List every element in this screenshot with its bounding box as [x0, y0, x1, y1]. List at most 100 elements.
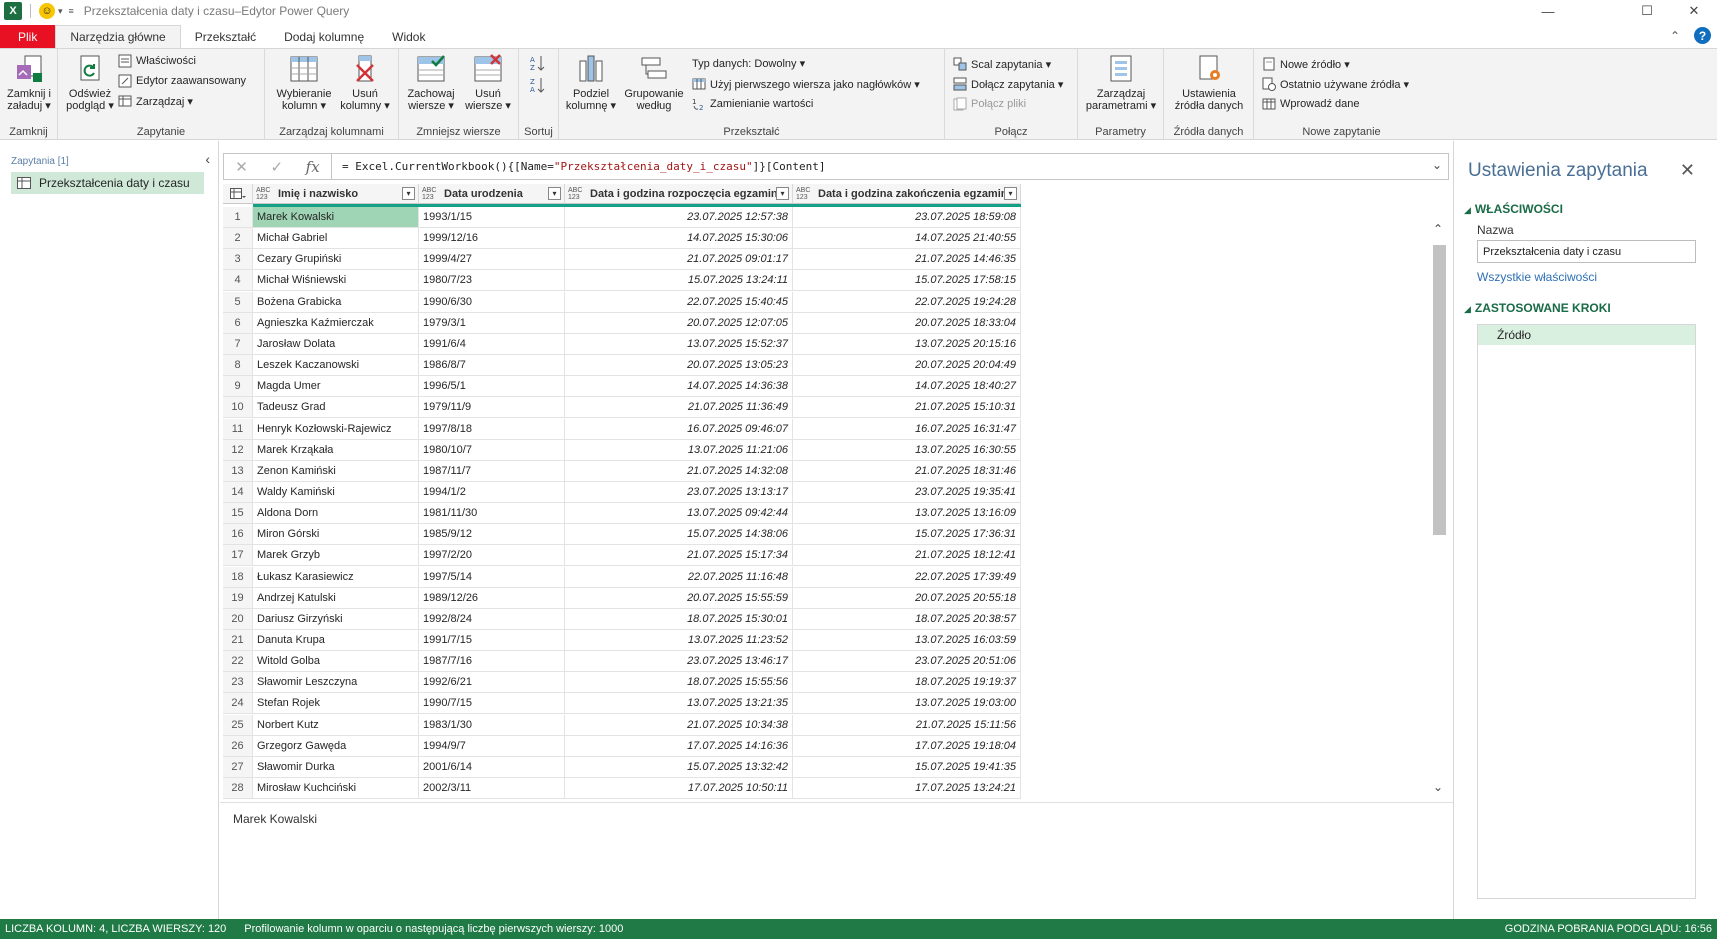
row-number-cell[interactable]: 12: [223, 439, 253, 461]
exam-end-cell[interactable]: 21.07.2025 15:11:56: [793, 714, 1021, 736]
data-source-settings-button[interactable]: Ustawienia źródła danych: [1170, 53, 1248, 112]
sort-ascending-button[interactable]: AZ: [529, 54, 547, 72]
use-first-row-headers-button[interactable]: Użyj pierwszego wiersza jako nagłówków ▾: [692, 77, 920, 91]
row-number-cell[interactable]: 24: [223, 693, 253, 715]
refresh-preview-button[interactable]: Odśwież podgląd ▾: [66, 53, 114, 112]
row-number-cell[interactable]: 2: [223, 228, 253, 250]
exam-end-cell[interactable]: 20.07.2025 18:33:04: [793, 312, 1021, 334]
name-cell[interactable]: Zenon Kamiński: [253, 460, 419, 482]
tab-home[interactable]: Narzędzia główne: [55, 25, 181, 48]
name-cell[interactable]: Aldona Dorn: [253, 503, 419, 525]
birthdate-cell[interactable]: 1985/9/12: [419, 524, 565, 546]
new-source-button[interactable]: Nowe źródło ▾: [1262, 57, 1350, 71]
name-cell[interactable]: Łukasz Karasiewicz: [253, 566, 419, 588]
name-cell[interactable]: Mirosław Kuchciński: [253, 778, 419, 800]
name-cell[interactable]: Witold Golba: [253, 651, 419, 673]
row-number-cell[interactable]: 27: [223, 756, 253, 778]
row-number-cell[interactable]: 14: [223, 481, 253, 503]
name-cell[interactable]: Marek Grzyb: [253, 545, 419, 567]
birthdate-cell[interactable]: 1999/4/27: [419, 249, 565, 271]
birthdate-cell[interactable]: 1986/8/7: [419, 355, 565, 377]
properties-button[interactable]: Właściwości: [118, 54, 196, 68]
exam-end-cell[interactable]: 22.07.2025 19:24:28: [793, 291, 1021, 313]
table-menu-button[interactable]: [223, 184, 253, 204]
birthdate-cell[interactable]: 1989/12/26: [419, 587, 565, 609]
row-number-cell[interactable]: 8: [223, 355, 253, 377]
exam-end-cell[interactable]: 22.07.2025 17:39:49: [793, 566, 1021, 588]
status-profiling[interactable]: Profilowanie kolumn w oparciu o następuj…: [244, 923, 623, 935]
exam-start-cell[interactable]: 13.07.2025 11:23:52: [565, 630, 793, 651]
exam-start-cell[interactable]: 21.07.2025 10:34:38: [565, 714, 793, 736]
birthdate-cell[interactable]: 1979/11/9: [419, 397, 565, 419]
name-cell[interactable]: Magda Umer: [253, 376, 419, 398]
birthdate-cell[interactable]: 1987/11/7: [419, 460, 565, 482]
exam-end-cell[interactable]: 21.07.2025 15:10:31: [793, 397, 1021, 419]
name-cell[interactable]: Dariusz Girzyński: [253, 608, 419, 630]
tab-view[interactable]: Widok: [378, 25, 439, 48]
birthdate-cell[interactable]: 1981/11/30: [419, 503, 565, 525]
birthdate-cell[interactable]: 1979/3/1: [419, 312, 565, 334]
customize-toolbar-icon[interactable]: ≡: [69, 6, 74, 16]
applied-step-item[interactable]: Źródło: [1478, 325, 1695, 345]
birthdate-cell[interactable]: 1994/9/7: [419, 735, 565, 757]
filter-dropdown-icon[interactable]: ▾: [402, 187, 415, 200]
row-number-cell[interactable]: 19: [223, 587, 253, 609]
name-cell[interactable]: Bożena Grabicka: [253, 291, 419, 313]
row-number-cell[interactable]: 10: [223, 397, 253, 419]
properties-section-header[interactable]: ◢ WŁAŚCIWOŚCI: [1464, 202, 1563, 216]
exam-end-cell[interactable]: 17.07.2025 19:18:04: [793, 735, 1021, 757]
fx-icon[interactable]: fx: [306, 158, 320, 176]
row-number-cell[interactable]: 17: [223, 545, 253, 567]
name-cell[interactable]: Henryk Kozłowski-Rajewicz: [253, 418, 419, 440]
birthdate-cell[interactable]: 1991/7/15: [419, 630, 565, 651]
birthdate-cell[interactable]: 1997/2/20: [419, 545, 565, 567]
birthdate-cell[interactable]: 1990/6/30: [419, 291, 565, 313]
birthdate-cell[interactable]: 1992/8/24: [419, 608, 565, 630]
birthdate-cell[interactable]: 2002/3/11: [419, 778, 565, 800]
birthdate-cell[interactable]: 1990/7/15: [419, 693, 565, 715]
all-properties-link[interactable]: Wszystkie właściwości: [1477, 270, 1597, 284]
feedback-smiley-icon[interactable]: ☺: [39, 3, 55, 19]
row-number-cell[interactable]: 6: [223, 312, 253, 334]
exam-end-cell[interactable]: 13.07.2025 19:03:00: [793, 693, 1021, 715]
row-number-cell[interactable]: 26: [223, 735, 253, 757]
birthdate-cell[interactable]: 1997/8/18: [419, 418, 565, 440]
exam-end-cell[interactable]: 21.07.2025 18:12:41: [793, 545, 1021, 567]
exam-end-cell[interactable]: 23.07.2025 18:59:08: [793, 207, 1021, 228]
name-cell[interactable]: Marek Krząkała: [253, 439, 419, 461]
birthdate-cell[interactable]: 2001/6/14: [419, 756, 565, 778]
append-queries-button[interactable]: Dołącz zapytania ▾: [953, 77, 1063, 91]
minimize-button[interactable]: —: [1525, 0, 1571, 22]
split-column-button[interactable]: Podziel kolumnę ▾: [563, 53, 619, 112]
exam-start-cell[interactable]: 23.07.2025 12:57:38: [565, 207, 793, 228]
exam-end-cell[interactable]: 17.07.2025 13:24:21: [793, 778, 1021, 800]
formula-input[interactable]: = Excel.CurrentWorkbook(){[Name="Przeksz…: [332, 160, 825, 173]
exam-start-cell[interactable]: 15.07.2025 14:38:06: [565, 524, 793, 546]
exam-end-cell[interactable]: 21.07.2025 14:46:35: [793, 249, 1021, 271]
exam-end-cell[interactable]: 18.07.2025 20:38:57: [793, 608, 1021, 630]
name-cell[interactable]: Marek Kowalski: [253, 207, 419, 228]
name-cell[interactable]: Stefan Rojek: [253, 693, 419, 715]
replace-values-button[interactable]: 12 Zamienianie wartości: [692, 97, 813, 111]
data-type-dropdown[interactable]: Typ danych: Dowolny ▾: [692, 57, 805, 70]
column-header-name[interactable]: ABC 123 Imię i nazwisko ▾: [253, 184, 419, 204]
row-number-cell[interactable]: 25: [223, 714, 253, 736]
name-cell[interactable]: Agnieszka Kaźmierczak: [253, 312, 419, 334]
row-number-cell[interactable]: 16: [223, 524, 253, 546]
name-cell[interactable]: Sławomir Leszczyna: [253, 672, 419, 694]
exam-start-cell[interactable]: 21.07.2025 15:17:34: [565, 545, 793, 567]
column-header-birthdate[interactable]: ABC 123 Data urodzenia ▾: [419, 184, 565, 204]
row-number-cell[interactable]: 11: [223, 418, 253, 440]
sort-descending-button[interactable]: ZA: [529, 76, 547, 94]
tab-add-column[interactable]: Dodaj kolumnę: [270, 25, 378, 48]
enter-data-button[interactable]: Wprowadź dane: [1262, 97, 1360, 111]
exam-start-cell[interactable]: 13.07.2025 13:21:35: [565, 693, 793, 715]
birthdate-cell[interactable]: 1996/5/1: [419, 376, 565, 398]
applied-steps-section-header[interactable]: ◢ ZASTOSOWANE KROKI: [1464, 301, 1611, 315]
manage-parameters-button[interactable]: Zarządzaj parametrami ▾: [1084, 53, 1158, 112]
exam-start-cell[interactable]: 21.07.2025 11:36:49: [565, 397, 793, 419]
birthdate-cell[interactable]: 1983/1/30: [419, 714, 565, 736]
row-number-cell[interactable]: 4: [223, 270, 253, 292]
exam-start-cell[interactable]: 21.07.2025 09:01:17: [565, 249, 793, 271]
scroll-thumb[interactable]: [1433, 245, 1446, 535]
